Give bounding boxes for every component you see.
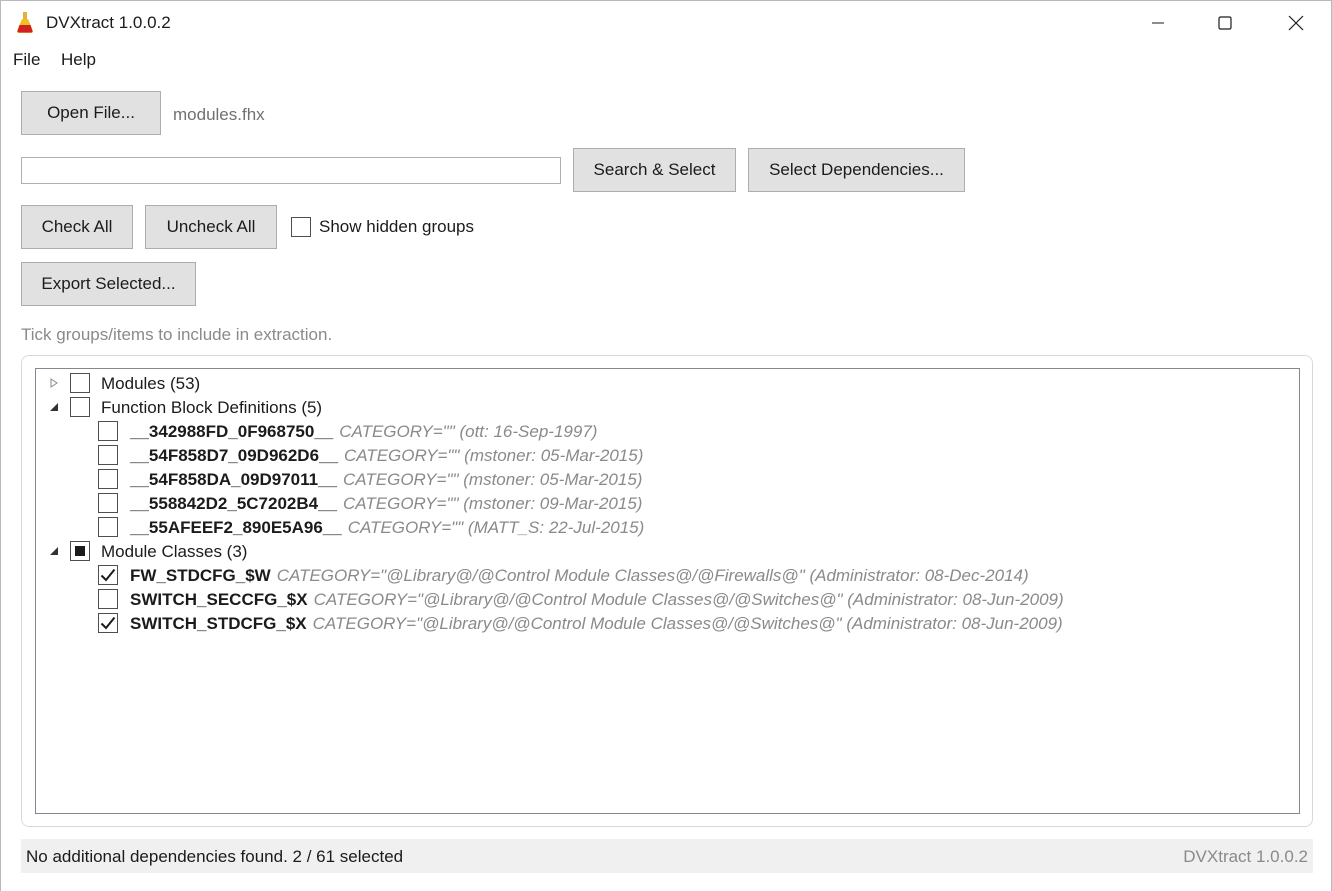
item-text: __54F858D7_09D962D6__ CATEGORY="" (mstone… <box>130 446 643 466</box>
item-meta: CATEGORY="" (mstoner: 05-Mar-2015) <box>343 470 643 489</box>
close-icon <box>1288 15 1304 31</box>
checkmark-icon <box>100 568 116 582</box>
item-checkbox-checked[interactable] <box>98 565 118 585</box>
item-checkbox[interactable] <box>98 469 118 489</box>
tree-item[interactable]: __342988FD_0F968750__ CATEGORY="" (ott: 1… <box>36 420 1299 444</box>
item-checkbox[interactable] <box>98 421 118 441</box>
minimize-button[interactable] <box>1123 1 1193 45</box>
main-content: Open File... modules.fhx Search & Select… <box>1 73 1331 891</box>
loaded-file-label: modules.fhx <box>173 105 265 124</box>
indeterminate-icon <box>75 546 85 556</box>
item-text: __342988FD_0F968750__ CATEGORY="" (ott: 1… <box>130 422 597 442</box>
version-label: DVXtract 1.0.0.2 <box>1183 847 1308 866</box>
export-selected-button[interactable]: Export Selected... <box>21 262 196 306</box>
menu-help[interactable]: Help <box>61 50 96 70</box>
maximize-button[interactable] <box>1190 1 1260 45</box>
checkmark-icon <box>100 616 116 630</box>
check-all-button[interactable]: Check All <box>21 205 133 249</box>
item-meta: CATEGORY="@Library@/@Control Module Clas… <box>276 566 1029 585</box>
search-select-button[interactable]: Search & Select <box>573 148 736 192</box>
item-text: __54F858DA_09D97011__ CATEGORY="" (mstone… <box>130 470 642 490</box>
item-name: SWITCH_SECCFG_$X <box>130 590 308 609</box>
item-checkbox[interactable] <box>98 517 118 537</box>
item-name: __558842D2_5C7202B4__ <box>130 494 338 513</box>
item-text: __55AFEEF2_890E5A96__ CATEGORY="" (MATT_S… <box>130 518 644 538</box>
collapse-arrow-icon[interactable] <box>48 544 60 558</box>
tree-item[interactable]: SWITCH_SECCFG_$X CATEGORY="@Library@/@Con… <box>36 588 1299 612</box>
tree-group-module-classes[interactable]: Module Classes (3) <box>36 540 1299 564</box>
group-checkbox-indeterminate[interactable] <box>70 541 90 561</box>
uncheck-all-button[interactable]: Uncheck All <box>145 205 277 249</box>
item-meta: CATEGORY="" (mstoner: 09-Mar-2015) <box>343 494 643 513</box>
item-checkbox-checked[interactable] <box>98 613 118 633</box>
close-button[interactable] <box>1261 1 1331 45</box>
item-name: SWITCH_STDCFG_$X <box>130 614 307 633</box>
menu-bar: File Help <box>1 45 1331 73</box>
group-label: Function Block Definitions (5) <box>101 398 323 417</box>
tree-item[interactable]: SWITCH_STDCFG_$X CATEGORY="@Library@/@Con… <box>36 612 1299 636</box>
item-text: SWITCH_SECCFG_$X CATEGORY="@Library@/@Con… <box>130 590 1064 610</box>
item-checkbox[interactable] <box>98 493 118 513</box>
app-window: DVXtract 1.0.0.2 File Help Open File... … <box>0 0 1332 891</box>
tree-item[interactable]: FW_STDCFG_$W CATEGORY="@Library@/@Control… <box>36 564 1299 588</box>
tree-item[interactable]: __55AFEEF2_890E5A96__ CATEGORY="" (MATT_S… <box>36 516 1299 540</box>
search-input[interactable] <box>21 157 561 184</box>
instruction-text: Tick groups/items to include in extracti… <box>21 325 333 344</box>
item-checkbox[interactable] <box>98 445 118 465</box>
title-bar[interactable]: DVXtract 1.0.0.2 <box>1 1 1331 45</box>
item-name: __342988FD_0F968750__ <box>130 422 334 441</box>
select-dependencies-button[interactable]: Select Dependencies... <box>748 148 965 192</box>
item-checkbox[interactable] <box>98 589 118 609</box>
item-text: __558842D2_5C7202B4__ CATEGORY="" (mstone… <box>130 494 642 514</box>
item-name: FW_STDCFG_$W <box>130 566 271 585</box>
item-meta: CATEGORY="" (mstoner: 05-Mar-2015) <box>343 446 644 465</box>
show-hidden-label: Show hidden groups <box>319 217 475 236</box>
group-label: Modules (53) <box>101 374 201 393</box>
maximize-icon <box>1218 16 1232 30</box>
item-meta: CATEGORY="@Library@/@Control Module Clas… <box>313 590 1064 609</box>
expand-arrow-icon[interactable] <box>48 376 60 390</box>
status-message: No additional dependencies found. 2 / 61… <box>26 847 404 866</box>
tree-view[interactable]: Modules (53) Function Block Definitions … <box>35 368 1300 814</box>
item-name: __54F858D7_09D962D6__ <box>130 446 338 465</box>
tree-item[interactable]: __558842D2_5C7202B4__ CATEGORY="" (mstone… <box>36 492 1299 516</box>
status-bar: No additional dependencies found. 2 / 61… <box>21 839 1313 873</box>
flask-icon <box>15 12 35 34</box>
menu-file[interactable]: File <box>13 50 40 70</box>
tree-item[interactable]: __54F858DA_09D97011__ CATEGORY="" (mstone… <box>36 468 1299 492</box>
open-file-button[interactable]: Open File... <box>21 91 161 135</box>
show-hidden-checkbox[interactable] <box>291 217 311 237</box>
item-meta: CATEGORY="" (MATT_S: 22-Jul-2015) <box>347 518 645 537</box>
tree-group-function-block-definitions[interactable]: Function Block Definitions (5) <box>36 396 1299 420</box>
group-label: Module Classes (3) <box>101 542 248 561</box>
item-name: __55AFEEF2_890E5A96__ <box>130 518 342 537</box>
item-text: FW_STDCFG_$W CATEGORY="@Library@/@Control… <box>130 566 1029 586</box>
group-checkbox[interactable] <box>70 397 90 417</box>
item-text: SWITCH_STDCFG_$X CATEGORY="@Library@/@Con… <box>130 614 1063 634</box>
item-meta: CATEGORY="@Library@/@Control Module Clas… <box>312 614 1063 633</box>
collapse-arrow-icon[interactable] <box>48 400 60 414</box>
item-meta: CATEGORY="" (ott: 16-Sep-1997) <box>339 422 598 441</box>
window-title: DVXtract 1.0.0.2 <box>46 13 171 32</box>
item-name: __54F858DA_09D97011__ <box>130 470 338 489</box>
group-checkbox[interactable] <box>70 373 90 393</box>
tree-group-modules[interactable]: Modules (53) <box>36 372 1299 396</box>
minimize-icon <box>1152 22 1164 24</box>
tree-item[interactable]: __54F858D7_09D962D6__ CATEGORY="" (mstone… <box>36 444 1299 468</box>
